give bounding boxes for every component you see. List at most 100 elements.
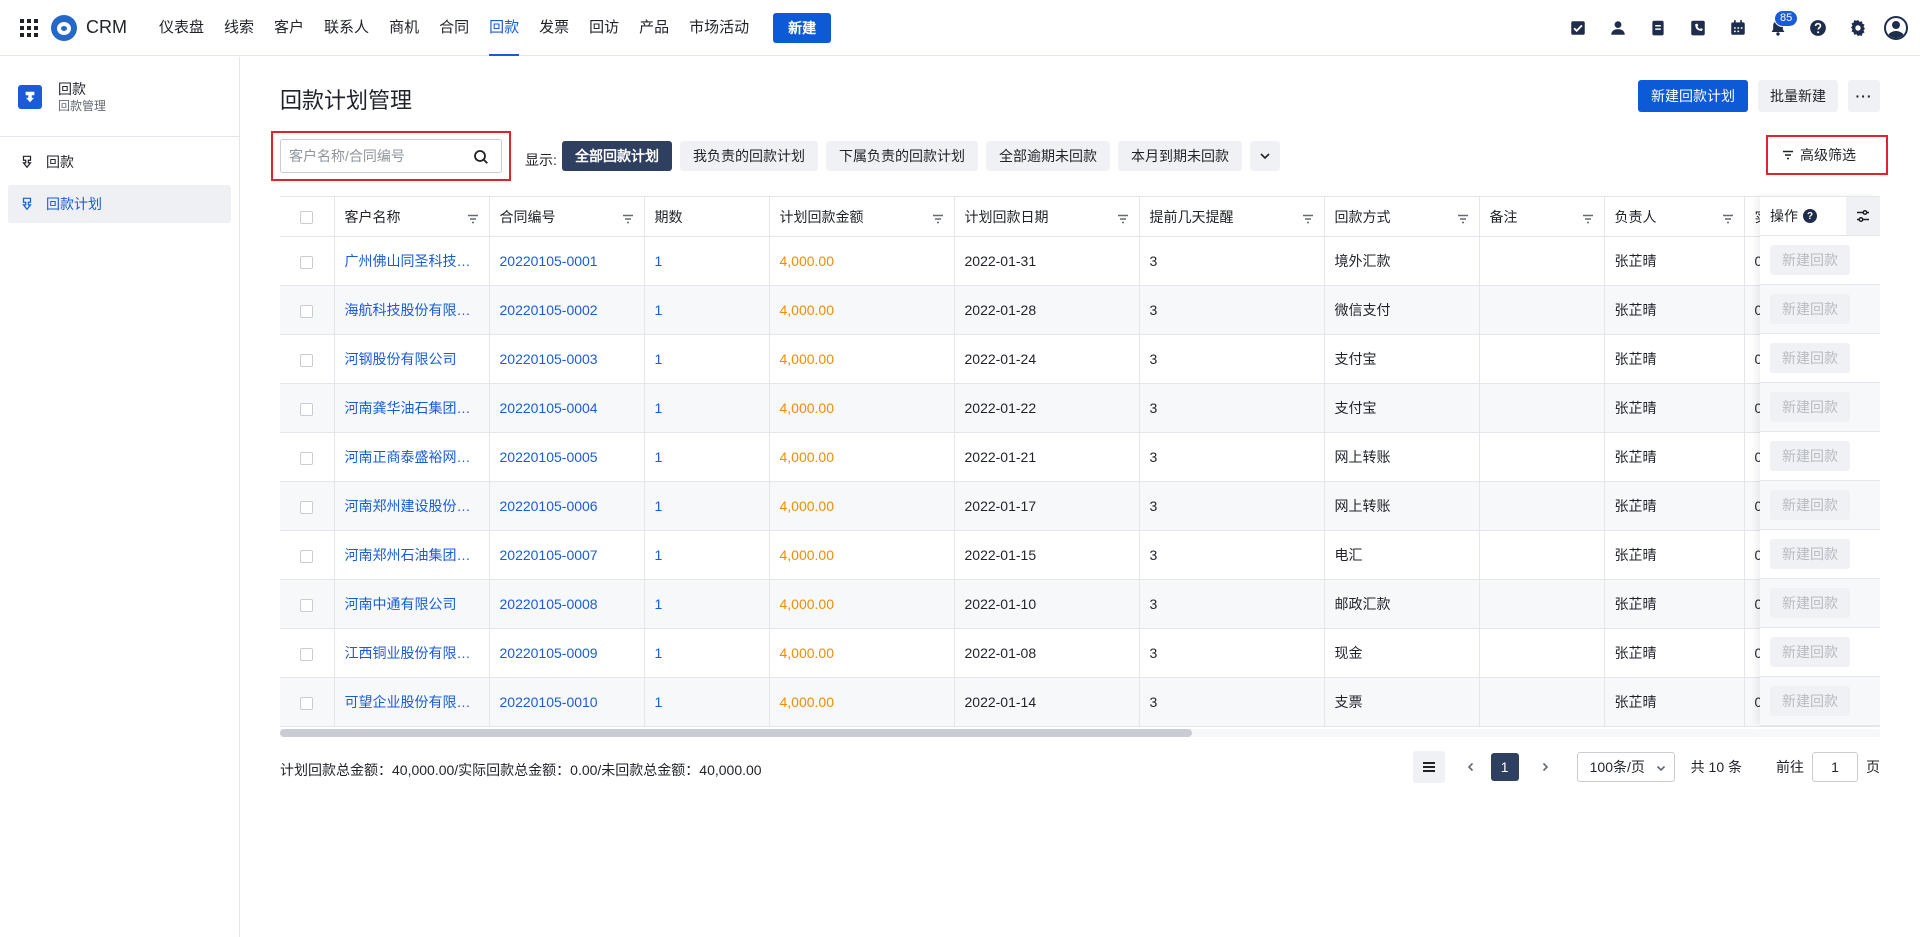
contract-number-link[interactable]: 20220105-0004 (489, 383, 645, 433)
new-payment-row-button[interactable]: 新建回款 (1770, 637, 1850, 667)
contract-number-link[interactable]: 20220105-0008 (489, 579, 645, 629)
row-checkbox[interactable] (300, 353, 314, 367)
row-checkbox[interactable] (300, 549, 314, 563)
new-payment-row-button[interactable]: 新建回款 (1770, 343, 1850, 373)
customer-name-link[interactable]: 可望企业股份有限公司 (334, 677, 490, 727)
search-icon[interactable] (473, 149, 489, 165)
more-views-button[interactable] (1250, 141, 1280, 171)
customer-name-link[interactable]: 河南正商泰盛裕网络科技 (334, 432, 490, 482)
page-number-button[interactable]: 1 (1490, 753, 1519, 781)
column-filter-icon[interactable] (932, 211, 944, 224)
list-view-icon[interactable] (1412, 751, 1445, 783)
customer-name-link[interactable]: 河南中通有限公司 (334, 579, 490, 629)
row-checkbox[interactable] (300, 647, 314, 661)
select-all-checkbox[interactable] (300, 211, 314, 225)
column-settings-icon[interactable] (1846, 197, 1880, 235)
more-options-button[interactable]: ··· (1848, 80, 1880, 112)
period-link[interactable]: 1 (644, 432, 770, 482)
nav-item-6[interactable]: 回款 (479, 0, 529, 56)
prev-page-button[interactable] (1457, 753, 1485, 781)
row-checkbox[interactable] (300, 696, 314, 710)
task-icon[interactable] (1568, 18, 1588, 38)
nav-item-2[interactable]: 客户 (264, 0, 314, 56)
nav-item-8[interactable]: 回访 (579, 0, 629, 56)
customer-name-link[interactable]: 河南郑州石油集团有限公司 (334, 530, 490, 580)
global-new-button[interactable]: 新建 (773, 12, 832, 43)
row-checkbox[interactable] (300, 598, 314, 612)
sidebar-item-payment-plan[interactable]: 回款计划 (8, 185, 231, 223)
period-link[interactable]: 1 (644, 334, 770, 384)
view-chip-2[interactable]: 下属负责的回款计划 (826, 141, 978, 171)
column-filter-icon[interactable] (1302, 211, 1314, 224)
phone-icon[interactable] (1688, 18, 1708, 38)
column-filter-icon[interactable] (467, 211, 479, 224)
contract-number-link[interactable]: 20220105-0001 (489, 236, 645, 286)
crm-logo[interactable]: CRM (51, 14, 127, 41)
customer-name-link[interactable]: 河南龚华油石集团有限公司 (334, 383, 490, 433)
scrollbar-thumb[interactable] (280, 729, 1192, 737)
period-link[interactable]: 1 (644, 628, 770, 678)
row-checkbox[interactable] (300, 500, 314, 514)
period-link[interactable]: 1 (644, 236, 770, 286)
new-payment-row-button[interactable]: 新建回款 (1770, 539, 1850, 569)
customer-name-link[interactable]: 河南郑州建设股份有限公司 (334, 481, 490, 531)
page-size-select[interactable]: 100条/页 (1576, 752, 1675, 782)
contract-number-link[interactable]: 20220105-0006 (489, 481, 645, 531)
calendar-icon[interactable] (1728, 18, 1748, 38)
horizontal-scrollbar[interactable] (280, 729, 1880, 737)
contract-number-link[interactable]: 20220105-0007 (489, 530, 645, 580)
nav-item-1[interactable]: 线索 (214, 0, 264, 56)
view-chip-4[interactable]: 本月到期未回款 (1118, 141, 1242, 171)
app-grid-icon[interactable] (19, 18, 39, 38)
customer-name-link[interactable]: 河钢股份有限公司 (334, 334, 490, 384)
customer-name-link[interactable]: 江西铜业股份有限公司 (334, 628, 490, 678)
user-avatar-icon[interactable] (1884, 16, 1908, 40)
contract-number-link[interactable]: 20220105-0009 (489, 628, 645, 678)
document-icon[interactable] (1648, 18, 1668, 38)
contract-number-link[interactable]: 20220105-0005 (489, 432, 645, 482)
contract-number-link[interactable]: 20220105-0002 (489, 285, 645, 335)
row-checkbox[interactable] (300, 402, 314, 416)
new-payment-plan-button[interactable]: 新建回款计划 (1638, 80, 1748, 112)
new-payment-row-button[interactable]: 新建回款 (1770, 245, 1850, 275)
settings-gear-icon[interactable] (1848, 18, 1868, 38)
new-payment-row-button[interactable]: 新建回款 (1770, 490, 1850, 520)
column-filter-icon[interactable] (1457, 211, 1469, 224)
view-chip-0[interactable]: 全部回款计划 (562, 141, 672, 171)
column-filter-icon[interactable] (1722, 211, 1734, 224)
help-question-icon[interactable]: ? (1803, 209, 1817, 223)
nav-item-3[interactable]: 联系人 (314, 0, 379, 56)
search-input[interactable] (289, 148, 469, 164)
advanced-filter-button[interactable]: 高级筛选 (1776, 142, 1862, 168)
customer-name-link[interactable]: 海航科技股份有限公司 (334, 285, 490, 335)
nav-item-9[interactable]: 产品 (629, 0, 679, 56)
new-payment-row-button[interactable]: 新建回款 (1770, 392, 1850, 422)
nav-item-5[interactable]: 合同 (429, 0, 479, 56)
column-filter-icon[interactable] (1582, 211, 1594, 224)
period-link[interactable]: 1 (644, 383, 770, 433)
notification-bell-icon[interactable]: 85 (1768, 10, 1799, 38)
period-link[interactable]: 1 (644, 481, 770, 531)
view-chip-1[interactable]: 我负责的回款计划 (680, 141, 818, 171)
column-filter-icon[interactable] (622, 211, 634, 224)
period-link[interactable]: 1 (644, 530, 770, 580)
contact-icon[interactable] (1608, 18, 1628, 38)
view-chip-3[interactable]: 全部逾期未回款 (986, 141, 1110, 171)
next-page-button[interactable] (1531, 753, 1559, 781)
period-link[interactable]: 1 (644, 579, 770, 629)
nav-item-10[interactable]: 市场活动 (679, 0, 759, 56)
nav-item-0[interactable]: 仪表盘 (149, 0, 214, 56)
period-link[interactable]: 1 (644, 285, 770, 335)
new-payment-row-button[interactable]: 新建回款 (1770, 588, 1850, 618)
nav-item-4[interactable]: 商机 (379, 0, 429, 56)
goto-page-input[interactable] (1812, 752, 1858, 782)
period-link[interactable]: 1 (644, 677, 770, 727)
contract-number-link[interactable]: 20220105-0003 (489, 334, 645, 384)
nav-item-7[interactable]: 发票 (529, 0, 579, 56)
new-payment-row-button[interactable]: 新建回款 (1770, 294, 1850, 324)
customer-name-link[interactable]: 广州佛山同圣科技有限公司 (334, 236, 490, 286)
sidebar-item-payment[interactable]: 回款 (8, 143, 231, 181)
row-checkbox[interactable] (300, 255, 314, 269)
contract-number-link[interactable]: 20220105-0010 (489, 677, 645, 727)
row-checkbox[interactable] (300, 451, 314, 465)
